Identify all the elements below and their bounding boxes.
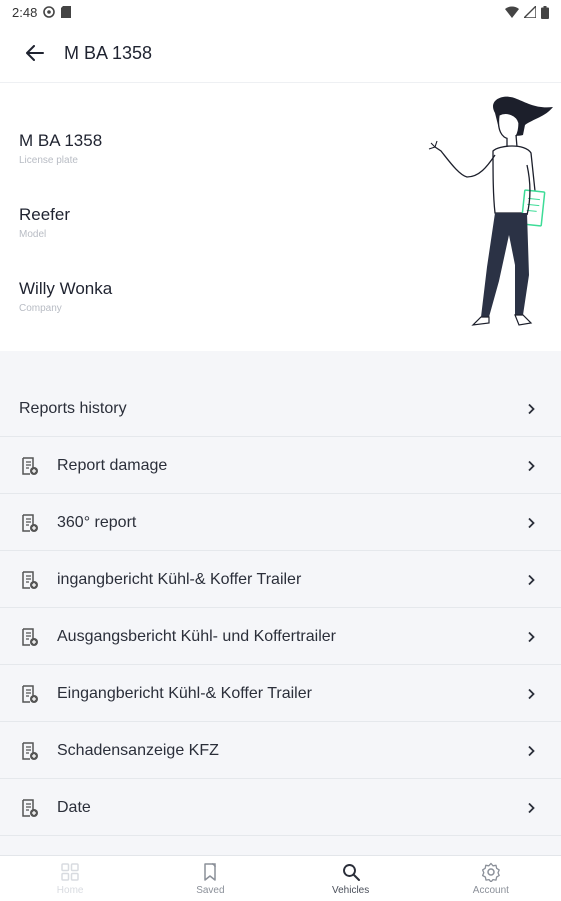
chevron-right-icon [528,517,535,528]
nav-vehicles-label: Vehicles [332,884,370,896]
nav-saved[interactable]: Saved [140,856,280,901]
nav-vehicles[interactable]: Vehicles [281,856,421,901]
status-bar: 2:48 [0,0,561,24]
search-icon [342,863,360,881]
report-add-icon [22,456,38,475]
report-item-label: Schadensanzeige KFZ [57,741,219,759]
bookmark-icon [204,862,217,881]
battery-icon [541,5,549,19]
chevron-right-icon [528,460,535,471]
report-add-icon [22,741,38,760]
license-plate-label: License plate [19,155,78,166]
report-item-row[interactable]: Schadensanzeige KFZ [0,723,561,779]
chevron-right-icon [528,403,535,414]
chevron-right-icon [528,688,535,699]
reports-history-row[interactable]: Reports history [0,381,561,437]
chevron-right-icon [528,574,535,585]
nav-home[interactable]: Home [0,856,140,901]
presenter-illustration [428,96,553,326]
report-add-icon [22,684,38,703]
reports-list: Reports history Report damage 360° repor… [0,351,561,855]
report-item-row[interactable]: Report damage [0,438,561,494]
signal-icon [524,6,536,18]
arrow-left-icon [26,45,44,61]
company-value: Willy Wonka [19,279,113,298]
model-field: Reefer Model [19,205,70,240]
home-grid-icon [61,862,79,881]
report-item-row[interactable]: 360° report [0,495,561,551]
notification-icon [43,6,56,18]
company-label: Company [19,303,62,314]
wifi-icon [505,6,519,18]
bottom-navigation: Home Saved Vehicles Account [0,855,561,901]
nav-account[interactable]: Account [421,856,561,901]
app-bar: M BA 1358 [0,24,561,83]
report-item-row[interactable]: Ausgangsbericht Kühl- und Koffertrailer [0,609,561,665]
company-field: Willy Wonka Company [19,279,112,314]
report-item-row[interactable]: ingangbericht Kühl-& Koffer Trailer [0,552,561,608]
report-add-icon [22,570,38,589]
report-item-label: Ausgangsbericht Kühl- und Koffertrailer [57,627,336,645]
chevron-right-icon [528,745,535,756]
report-item-row[interactable]: Eingangbericht Kühl-& Koffer Trailer [0,666,561,722]
sd-card-icon [61,6,72,18]
chevron-right-icon [528,802,535,813]
model-label: Model [19,229,47,240]
report-add-icon [22,513,38,532]
model-value: Reefer [19,205,71,224]
nav-account-label: Account [472,884,509,896]
reports-history-label: Reports history [19,399,127,417]
report-item-label: Date [57,798,91,816]
report-item-label: 360° report [57,513,137,531]
page-title: M BA 1358 [64,42,153,63]
report-item-label: ingangbericht Kühl-& Koffer Trailer [57,570,302,588]
chevron-right-icon [528,631,535,642]
nav-saved-label: Saved [196,884,225,896]
report-item-label: Eingangbericht Kühl-& Koffer Trailer [57,684,312,702]
license-plate-field: M BA 1358 License plate [19,131,102,166]
report-item-label: Report damage [57,456,168,474]
status-time: 2:48 [12,4,38,20]
back-button[interactable] [22,40,48,66]
report-add-icon [22,627,38,646]
report-add-icon [22,798,38,817]
nav-home-label: Home [56,884,84,896]
report-item-row[interactable]: Date [0,780,561,836]
license-plate-value: M BA 1358 [19,131,103,150]
gear-icon [481,862,500,882]
